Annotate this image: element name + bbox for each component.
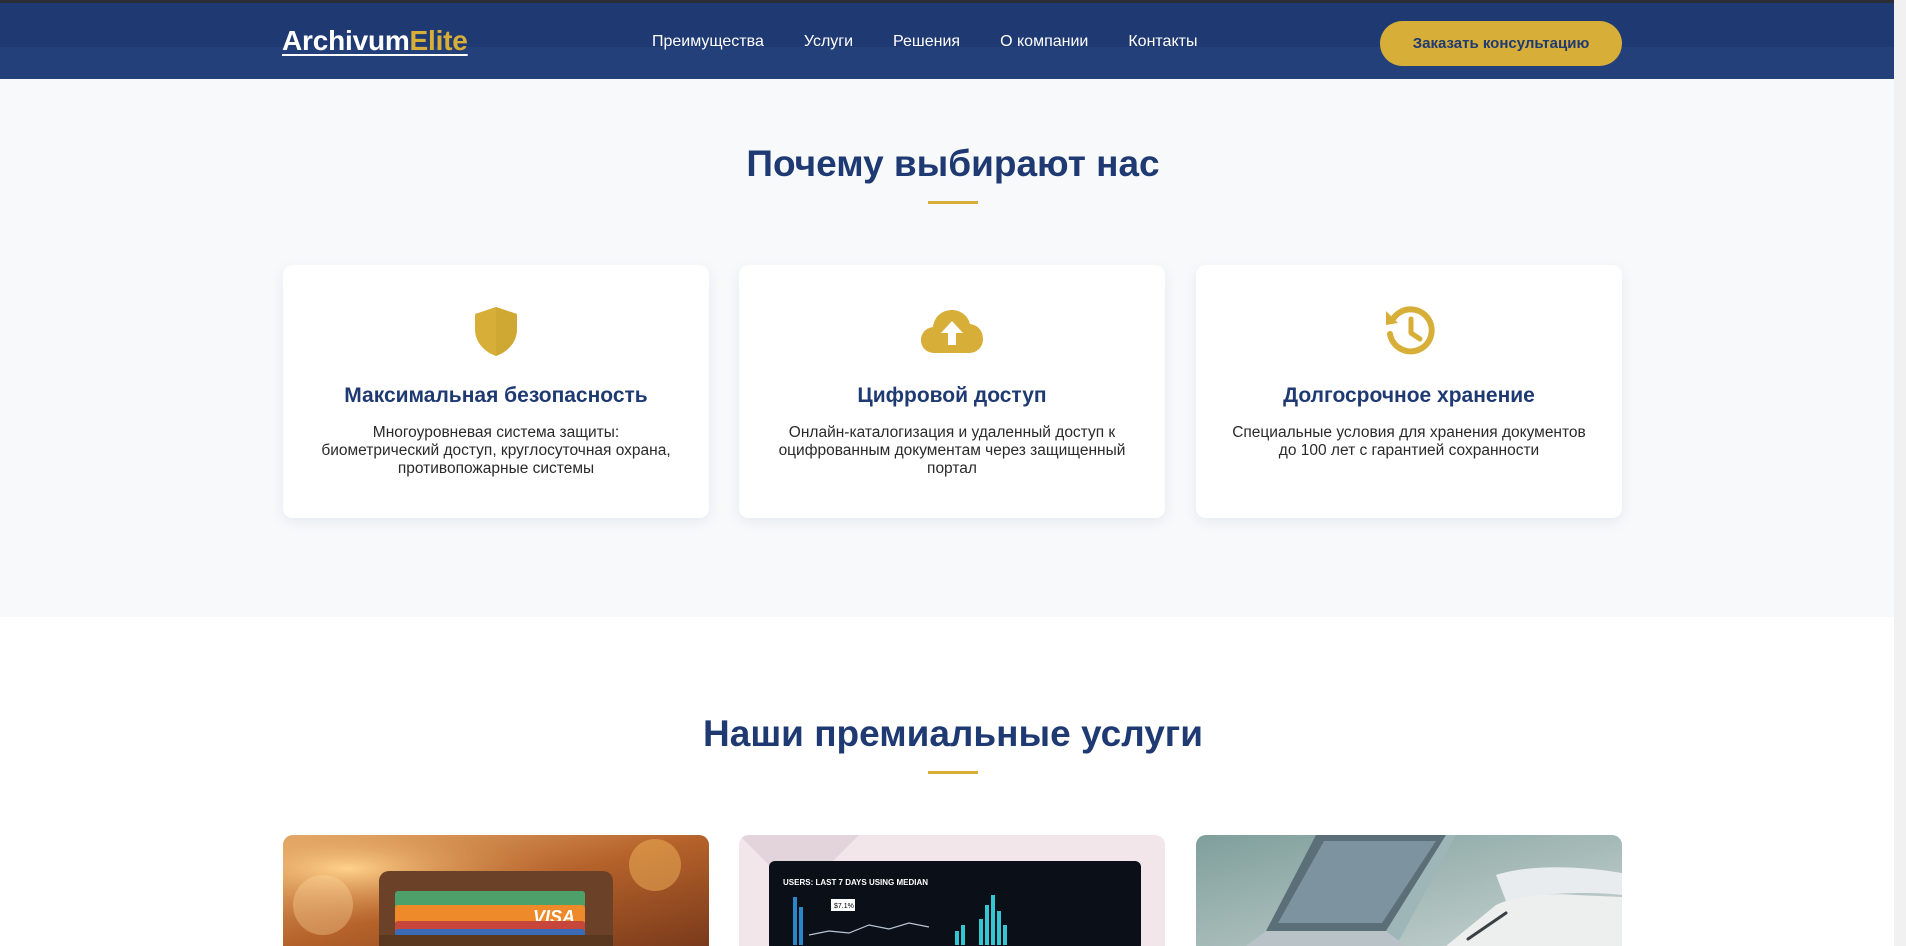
wallet-cards-image[interactable]: VISA	[283, 835, 709, 946]
feature-title: Долгосрочное хранение	[1283, 384, 1535, 407]
logo[interactable]: ArchivumElite	[282, 25, 468, 57]
laptop-work-image[interactable]	[1196, 835, 1622, 946]
feature-title: Максимальная безопасность	[344, 384, 648, 407]
feature-text: Многоуровневая система защиты: биометрич…	[321, 424, 671, 477]
feature-text: Специальные условия для хранения докумен…	[1232, 424, 1586, 459]
history-icon	[1384, 305, 1435, 357]
nav-services[interactable]: Услуги	[804, 31, 853, 53]
page-scrollbar[interactable]	[1894, 0, 1906, 946]
feature-card-storage: Долгосрочное хранение Специальные услови…	[1196, 265, 1622, 518]
feature-card-digital: Цифровой доступ Онлайн-каталогизация и у…	[739, 265, 1165, 518]
nav-contacts[interactable]: Контакты	[1128, 31, 1197, 53]
consultation-button[interactable]: Заказать консультацию	[1380, 21, 1622, 66]
services-title-underline	[928, 771, 978, 774]
why-us-title-underline	[928, 201, 978, 204]
services-title: Наши премиальные услуги	[703, 713, 1203, 754]
main-nav: Преимущества Услуги Решения О компании К…	[652, 31, 1197, 53]
cloud-upload-icon	[919, 305, 985, 357]
feature-title: Цифровой доступ	[857, 384, 1047, 407]
nav-advantages[interactable]: Преимущества	[652, 31, 764, 53]
why-us-title: Почему выбирают нас	[746, 143, 1160, 184]
site-header: ArchivumElite Преимущества Услуги Решени…	[0, 0, 1906, 82]
dashboard-header-text: USERS: LAST 7 DAYS USING MEDIAN	[783, 878, 928, 887]
nav-about[interactable]: О компании	[1000, 31, 1088, 53]
feature-text: Онлайн-каталогизация и удаленный доступ …	[778, 424, 1126, 477]
logo-main-text: Archivum	[282, 25, 410, 56]
nav-solutions[interactable]: Решения	[893, 31, 960, 53]
logo-accent-text: Elite	[409, 25, 468, 56]
shield-icon	[471, 305, 521, 357]
dashboard-value-text: $7.1%	[834, 903, 854, 910]
analytics-dashboard-image[interactable]: USERS: LAST 7 DAYS USING MEDIAN $7.1%	[739, 835, 1165, 946]
feature-card-security: Максимальная безопасность Многоуровневая…	[283, 265, 709, 518]
